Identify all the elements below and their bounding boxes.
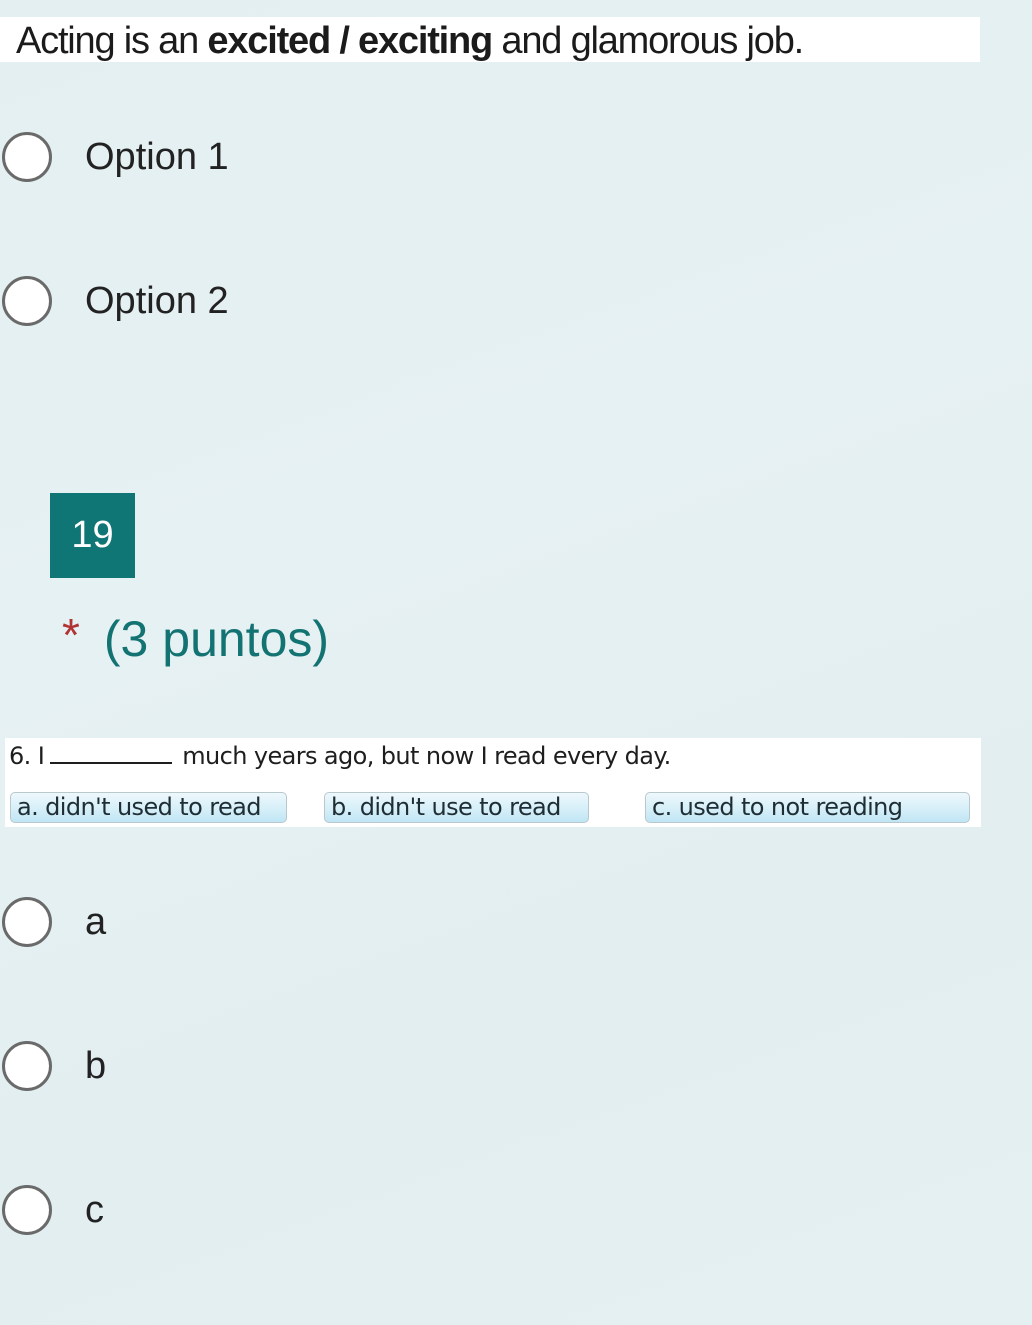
points-label: (3 puntos) [103, 611, 330, 667]
question-points: * (3 puntos) [62, 609, 330, 668]
option-label[interactable]: Option 2 [85, 280, 229, 323]
sentence-prefix: 6. I [9, 742, 45, 770]
question-sentence: 6. I much years ago, but now I read every… [9, 742, 671, 770]
sentence-suffix: much years ago, but now I read every day… [182, 742, 671, 770]
option-label[interactable]: Option 1 [85, 136, 229, 179]
question-image-reading: 6. I much years ago, but now I read every… [5, 738, 981, 827]
radio-button-icon[interactable] [2, 897, 52, 947]
required-asterisk: * [62, 609, 80, 661]
blank-line [50, 744, 173, 764]
option-b-radio-row[interactable]: b [0, 1038, 106, 1094]
radio-button-icon[interactable] [2, 276, 52, 326]
question-number: 19 [71, 514, 114, 556]
image-choice-b: b. didn't use to read [324, 792, 589, 823]
radio-button-icon[interactable] [2, 1185, 52, 1235]
image-text-bold: excited / exciting [207, 20, 493, 62]
question-number-badge: 19 [50, 493, 135, 578]
image-text-before: Acting is an [16, 20, 208, 62]
option-1-radio-row[interactable]: Option 1 [0, 129, 229, 185]
radio-button-icon[interactable] [2, 132, 52, 182]
option-2-radio-row[interactable]: Option 2 [0, 273, 229, 329]
option-label[interactable]: b [85, 1045, 106, 1088]
image-text-after: and glamorous job. [492, 20, 804, 62]
image-choice-a: a. didn't used to read [10, 792, 287, 823]
option-a-radio-row[interactable]: a [0, 894, 106, 950]
radio-button-icon[interactable] [2, 1041, 52, 1091]
image-choice-c: c. used to not reading [645, 792, 970, 823]
option-label[interactable]: c [85, 1189, 104, 1232]
option-label[interactable]: a [85, 901, 106, 944]
question-image-acting: Acting is an excited / exciting and glam… [0, 17, 980, 62]
option-c-radio-row[interactable]: c [0, 1182, 104, 1238]
